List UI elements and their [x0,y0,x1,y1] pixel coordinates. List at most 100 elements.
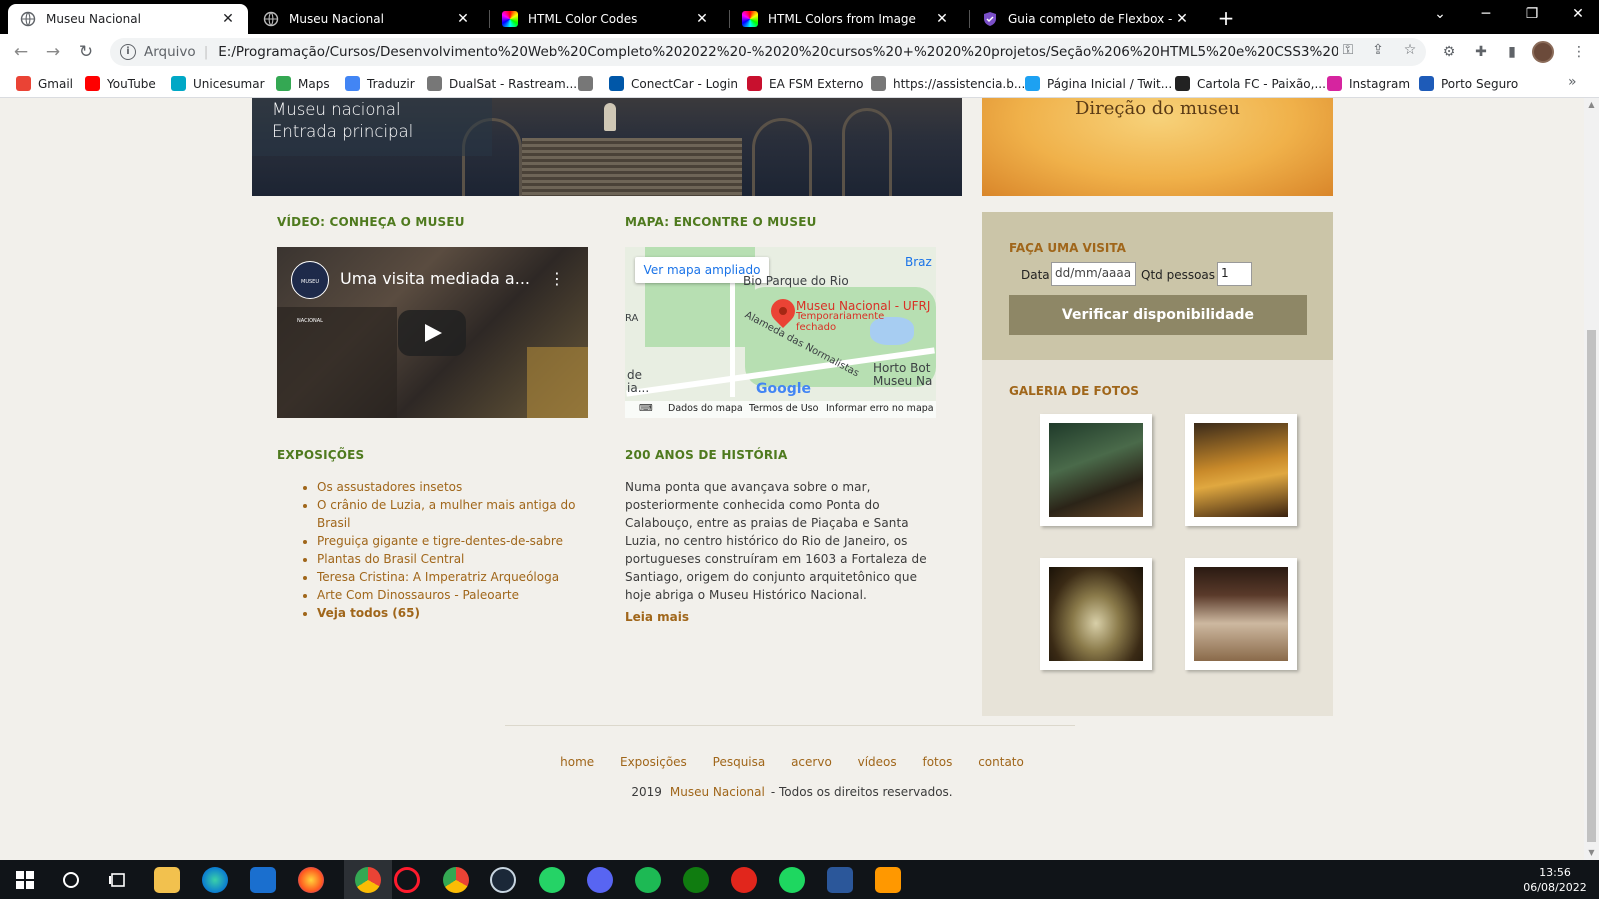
scroll-up-icon[interactable]: ▲ [1587,100,1596,109]
map-data-link[interactable]: Dados do mapa [668,403,743,414]
extensions-puzzle-icon[interactable]: ✚ [1472,43,1490,61]
video-menu-icon[interactable]: ⋮ [549,269,565,288]
bookmark-assistencia[interactable]: https://assistencia.b... [871,76,1025,91]
list-item[interactable]: Preguiça gigante e tigre-dentes-de-sabre [317,532,595,550]
back-arrow-icon[interactable]: ← [10,41,32,63]
side-panel-icon[interactable]: ▮ [1503,43,1521,61]
tab-close-icon[interactable]: ✕ [220,11,236,27]
discord-icon[interactable] [587,867,613,893]
gallery-photo[interactable] [1185,558,1297,670]
info-icon[interactable]: i [120,44,136,60]
spotify-icon[interactable] [635,867,661,893]
footer-link-videos[interactable]: vídeos [858,755,897,769]
close-window-icon[interactable]: ✕ [1566,6,1590,22]
tab-close-icon[interactable]: ✕ [934,11,950,27]
people-quantity-field[interactable]: 1 [1217,262,1252,286]
bookmark-unicesumar[interactable]: Unicesumar [171,76,265,91]
minimize-icon[interactable]: ─ [1474,6,1498,22]
word-icon[interactable] [827,867,853,893]
scrollbar-thumb[interactable] [1587,330,1596,842]
sublime-text-icon[interactable] [875,867,901,893]
copyright-brand-link[interactable]: Museu Nacional [670,785,765,799]
tab-museu-nacional-active[interactable]: Museu Nacional ✕ [8,4,248,34]
bookmark-maps[interactable]: Maps [276,76,330,91]
video-title[interactable]: Uma visita mediada a... [340,269,530,288]
chrome-icon[interactable] [355,867,381,893]
password-key-icon[interactable]: ⚿ [1338,42,1358,58]
list-item[interactable]: Arte Com Dinossauros - Paleoarte [317,586,595,604]
footer-link-acervo[interactable]: acervo [791,755,832,769]
list-item[interactable]: Os assustadores insetos [317,478,595,496]
search-icon[interactable] [58,867,84,893]
windows-start-icon[interactable] [12,867,38,893]
gallery-photo[interactable] [1040,558,1152,670]
bookmark-instagram[interactable]: Instagram [1327,76,1410,91]
page-scrollbar[interactable]: ▲ ▼ [1584,98,1599,860]
menu-dots-icon[interactable]: ⋮ [1570,43,1588,61]
list-item[interactable]: Veja todos (65) [317,604,595,622]
forward-arrow-icon[interactable]: → [42,41,64,63]
bookmark-dualsat[interactable]: DualSat - Rastream... [427,76,577,91]
exhibit-link[interactable]: Os assustadores insetos [317,480,462,494]
bookmark-conectcar[interactable]: ConectCar - Login [609,76,738,91]
see-all-exhibits-link[interactable]: Veja todos (65) [317,606,420,620]
bookmark-twitter[interactable]: Página Inicial / Twit... [1025,76,1172,91]
edge-icon[interactable] [202,867,228,893]
podcast-app-icon[interactable] [779,867,805,893]
scroll-down-icon[interactable]: ▼ [1587,848,1596,857]
map-report-link[interactable]: Informar erro no mapa [826,403,934,414]
tab-html-colors-from-image[interactable]: HTML Colors from Image ✕ [730,4,962,34]
chrome-profile-icon[interactable] [443,867,469,893]
restore-icon[interactable]: ❐ [1520,6,1544,22]
gallery-photo[interactable] [1185,414,1297,526]
map-terms-link[interactable]: Termos de Uso [749,403,818,414]
tab-flexbox-guide[interactable]: Guia completo de Flexbox - CSS ✕ [970,4,1202,34]
channel-avatar[interactable]: MUSEU NACIONAL [291,261,329,324]
extension-gear-icon[interactable]: ⚙ [1440,43,1458,61]
footer-link-contato[interactable]: contato [978,755,1024,769]
check-availability-button[interactable]: Verificar disponibilidade [1009,295,1307,335]
exhibit-link[interactable]: Arte Com Dinossauros - Paleoarte [317,588,519,602]
tab-html-color-codes[interactable]: HTML Color Codes ✕ [490,4,722,34]
opera-icon[interactable] [394,867,420,893]
bookmark-porto-seguro[interactable]: Porto Seguro [1419,76,1518,91]
video-player[interactable]: MUSEU NACIONAL Uma visita mediada a... ⋮ [277,247,588,418]
file-explorer-icon[interactable] [154,867,180,893]
exhibit-link[interactable]: Teresa Cristina: A Imperatriz Arqueóloga [317,570,559,584]
footer-link-fotos[interactable]: fotos [922,755,952,769]
keyboard-icon[interactable]: ⌨ [639,403,653,414]
exhibit-link[interactable]: Preguiça gigante e tigre-dentes-de-sabre [317,534,563,548]
tab-close-icon[interactable]: ✕ [1174,11,1190,27]
date-field[interactable]: dd/mm/aaaa [1051,262,1136,286]
footer-link-home[interactable]: home [560,755,594,769]
director-banner[interactable]: Direção do museu [982,98,1333,196]
steam-icon[interactable] [490,867,516,893]
url-text[interactable]: E:/Programação/Cursos/Desenvolvimento%20… [218,44,1338,60]
exhibit-link[interactable]: Plantas do Brasil Central [317,552,464,566]
tab-close-icon[interactable]: ✕ [694,11,710,27]
bookmark-traduzir[interactable]: Traduzir [345,76,415,91]
xbox-icon[interactable] [683,867,709,893]
footer-link-exposicoes[interactable]: Exposições [620,755,687,769]
list-item[interactable]: O crânio de Luzia, a mulher mais antiga … [317,496,595,532]
exhibit-link[interactable]: O crânio de Luzia, a mulher mais antiga … [317,498,575,530]
more-bookmarks-icon[interactable]: » [1568,74,1577,90]
list-item[interactable]: Teresa Cristina: A Imperatriz Arqueóloga [317,568,595,586]
new-tab-button[interactable]: + [1214,6,1238,30]
bookmark-unnamed[interactable] [578,76,600,91]
bookmark-cartola[interactable]: Cartola FC - Paixão,... [1175,76,1326,91]
embedded-map[interactable]: Ver mapa ampliado Braz Bio Parque do Rio… [625,247,936,418]
ea-app-icon[interactable] [731,867,757,893]
play-button-icon[interactable] [398,310,466,356]
tab-close-icon[interactable]: ✕ [455,11,471,27]
list-item[interactable]: Plantas do Brasil Central [317,550,595,568]
mail-icon[interactable] [250,867,276,893]
tab-search-icon[interactable]: ⌄ [1428,6,1452,22]
share-icon[interactable]: ⇪ [1368,42,1388,58]
system-clock[interactable]: 13:56 06/08/2022 [1520,865,1590,895]
footer-link-pesquisa[interactable]: Pesquisa [713,755,766,769]
gallery-photo[interactable] [1040,414,1152,526]
firefox-icon[interactable] [298,867,324,893]
bookmark-youtube[interactable]: YouTube [85,76,156,91]
bookmark-gmail[interactable]: Gmail [16,76,73,91]
